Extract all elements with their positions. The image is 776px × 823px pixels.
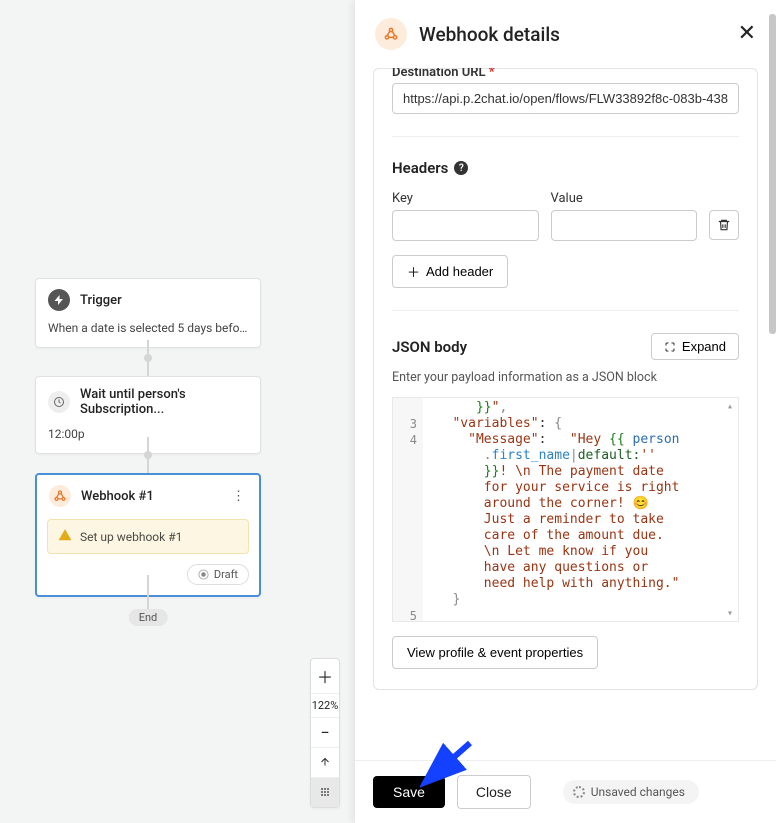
clock-icon bbox=[48, 391, 70, 413]
code-scroll-up-icon[interactable]: ▴ bbox=[724, 400, 736, 412]
add-header-button[interactable]: ＋ Add header bbox=[392, 255, 508, 288]
panel-header: Webhook details ✕ bbox=[355, 0, 776, 68]
webhook-icon bbox=[375, 18, 407, 50]
code-area[interactable]: }}", "variables": { "Message": "Hey {{ p… bbox=[423, 398, 738, 621]
headers-section-title: Headers ? bbox=[392, 159, 739, 177]
header-key-input[interactable] bbox=[392, 210, 539, 241]
divider bbox=[392, 310, 739, 311]
destination-url-label: Destination URL * bbox=[392, 68, 739, 77]
plus-icon: ＋ bbox=[407, 262, 420, 281]
warning-triangle-icon bbox=[58, 528, 72, 545]
zoom-fit-button[interactable] bbox=[311, 748, 339, 778]
flow-canvas[interactable]: Trigger When a date is selected 5 days b… bbox=[0, 0, 355, 823]
json-editor[interactable]: 34 5 }}", "variables": { "Message": "Hey… bbox=[392, 397, 739, 622]
webhook-alert: Set up webhook #1 bbox=[47, 519, 249, 554]
connector-dot bbox=[144, 451, 152, 459]
trigger-node[interactable]: Trigger When a date is selected 5 days b… bbox=[35, 278, 261, 348]
json-hint: Enter your payload information as a JSON… bbox=[392, 370, 739, 385]
webhook-node-title: Webhook #1 bbox=[81, 489, 154, 504]
header-value-label: Value bbox=[551, 191, 698, 206]
wait-title: Wait until person's Subscription... bbox=[80, 387, 248, 417]
connector-dot bbox=[144, 354, 152, 362]
draft-badge: Draft bbox=[187, 564, 249, 585]
header-row: Key Value bbox=[392, 191, 739, 241]
header-value-input[interactable] bbox=[551, 210, 698, 241]
json-body-title: JSON body bbox=[392, 338, 467, 356]
connector-line bbox=[147, 575, 149, 609]
spinner-icon bbox=[573, 786, 585, 798]
destination-url-input[interactable] bbox=[392, 83, 739, 114]
panel-title: Webhook details bbox=[419, 23, 726, 46]
save-button[interactable]: Save bbox=[373, 776, 445, 808]
required-star: * bbox=[489, 68, 495, 77]
form-card: Destination URL * Headers ? Key Value bbox=[373, 68, 758, 690]
webhook-icon bbox=[49, 485, 71, 507]
draft-label: Draft bbox=[214, 568, 238, 581]
close-icon[interactable]: ✕ bbox=[738, 23, 756, 45]
trash-icon bbox=[717, 218, 731, 232]
panel-body: Destination URL * Headers ? Key Value bbox=[355, 68, 776, 760]
unsaved-changes-badge: Unsaved changes bbox=[563, 780, 699, 804]
view-properties-button[interactable]: View profile & event properties bbox=[392, 636, 598, 669]
header-key-label: Key bbox=[392, 191, 539, 206]
zoom-grid-button[interactable] bbox=[311, 778, 339, 807]
divider bbox=[392, 136, 739, 137]
close-button[interactable]: Close bbox=[457, 775, 531, 809]
draft-dot-icon bbox=[198, 569, 209, 580]
panel-footer: Save Close Unsaved changes bbox=[355, 760, 776, 823]
code-scroll-down-icon[interactable]: ▾ bbox=[724, 607, 736, 619]
panel-scrollbar-thumb[interactable] bbox=[769, 14, 776, 334]
zoom-in-button[interactable]: ＋ bbox=[311, 659, 339, 694]
end-pill: End bbox=[129, 609, 168, 626]
expand-icon bbox=[664, 341, 676, 353]
trigger-title: Trigger bbox=[80, 293, 122, 308]
trigger-lightning-icon bbox=[48, 289, 70, 311]
code-gutter: 34 5 bbox=[393, 398, 423, 621]
delete-header-button[interactable] bbox=[709, 210, 739, 240]
expand-button[interactable]: Expand bbox=[651, 333, 739, 360]
webhook-details-panel: Webhook details ✕ Destination URL * Head… bbox=[355, 0, 776, 823]
zoom-control: ＋ 122% − bbox=[310, 658, 340, 808]
help-icon[interactable]: ? bbox=[454, 161, 468, 175]
zoom-level: 122% bbox=[311, 694, 339, 718]
zoom-out-button[interactable]: − bbox=[311, 718, 339, 748]
kebab-menu-icon[interactable]: ⋮ bbox=[228, 487, 249, 506]
webhook-alert-text: Set up webhook #1 bbox=[80, 530, 182, 544]
